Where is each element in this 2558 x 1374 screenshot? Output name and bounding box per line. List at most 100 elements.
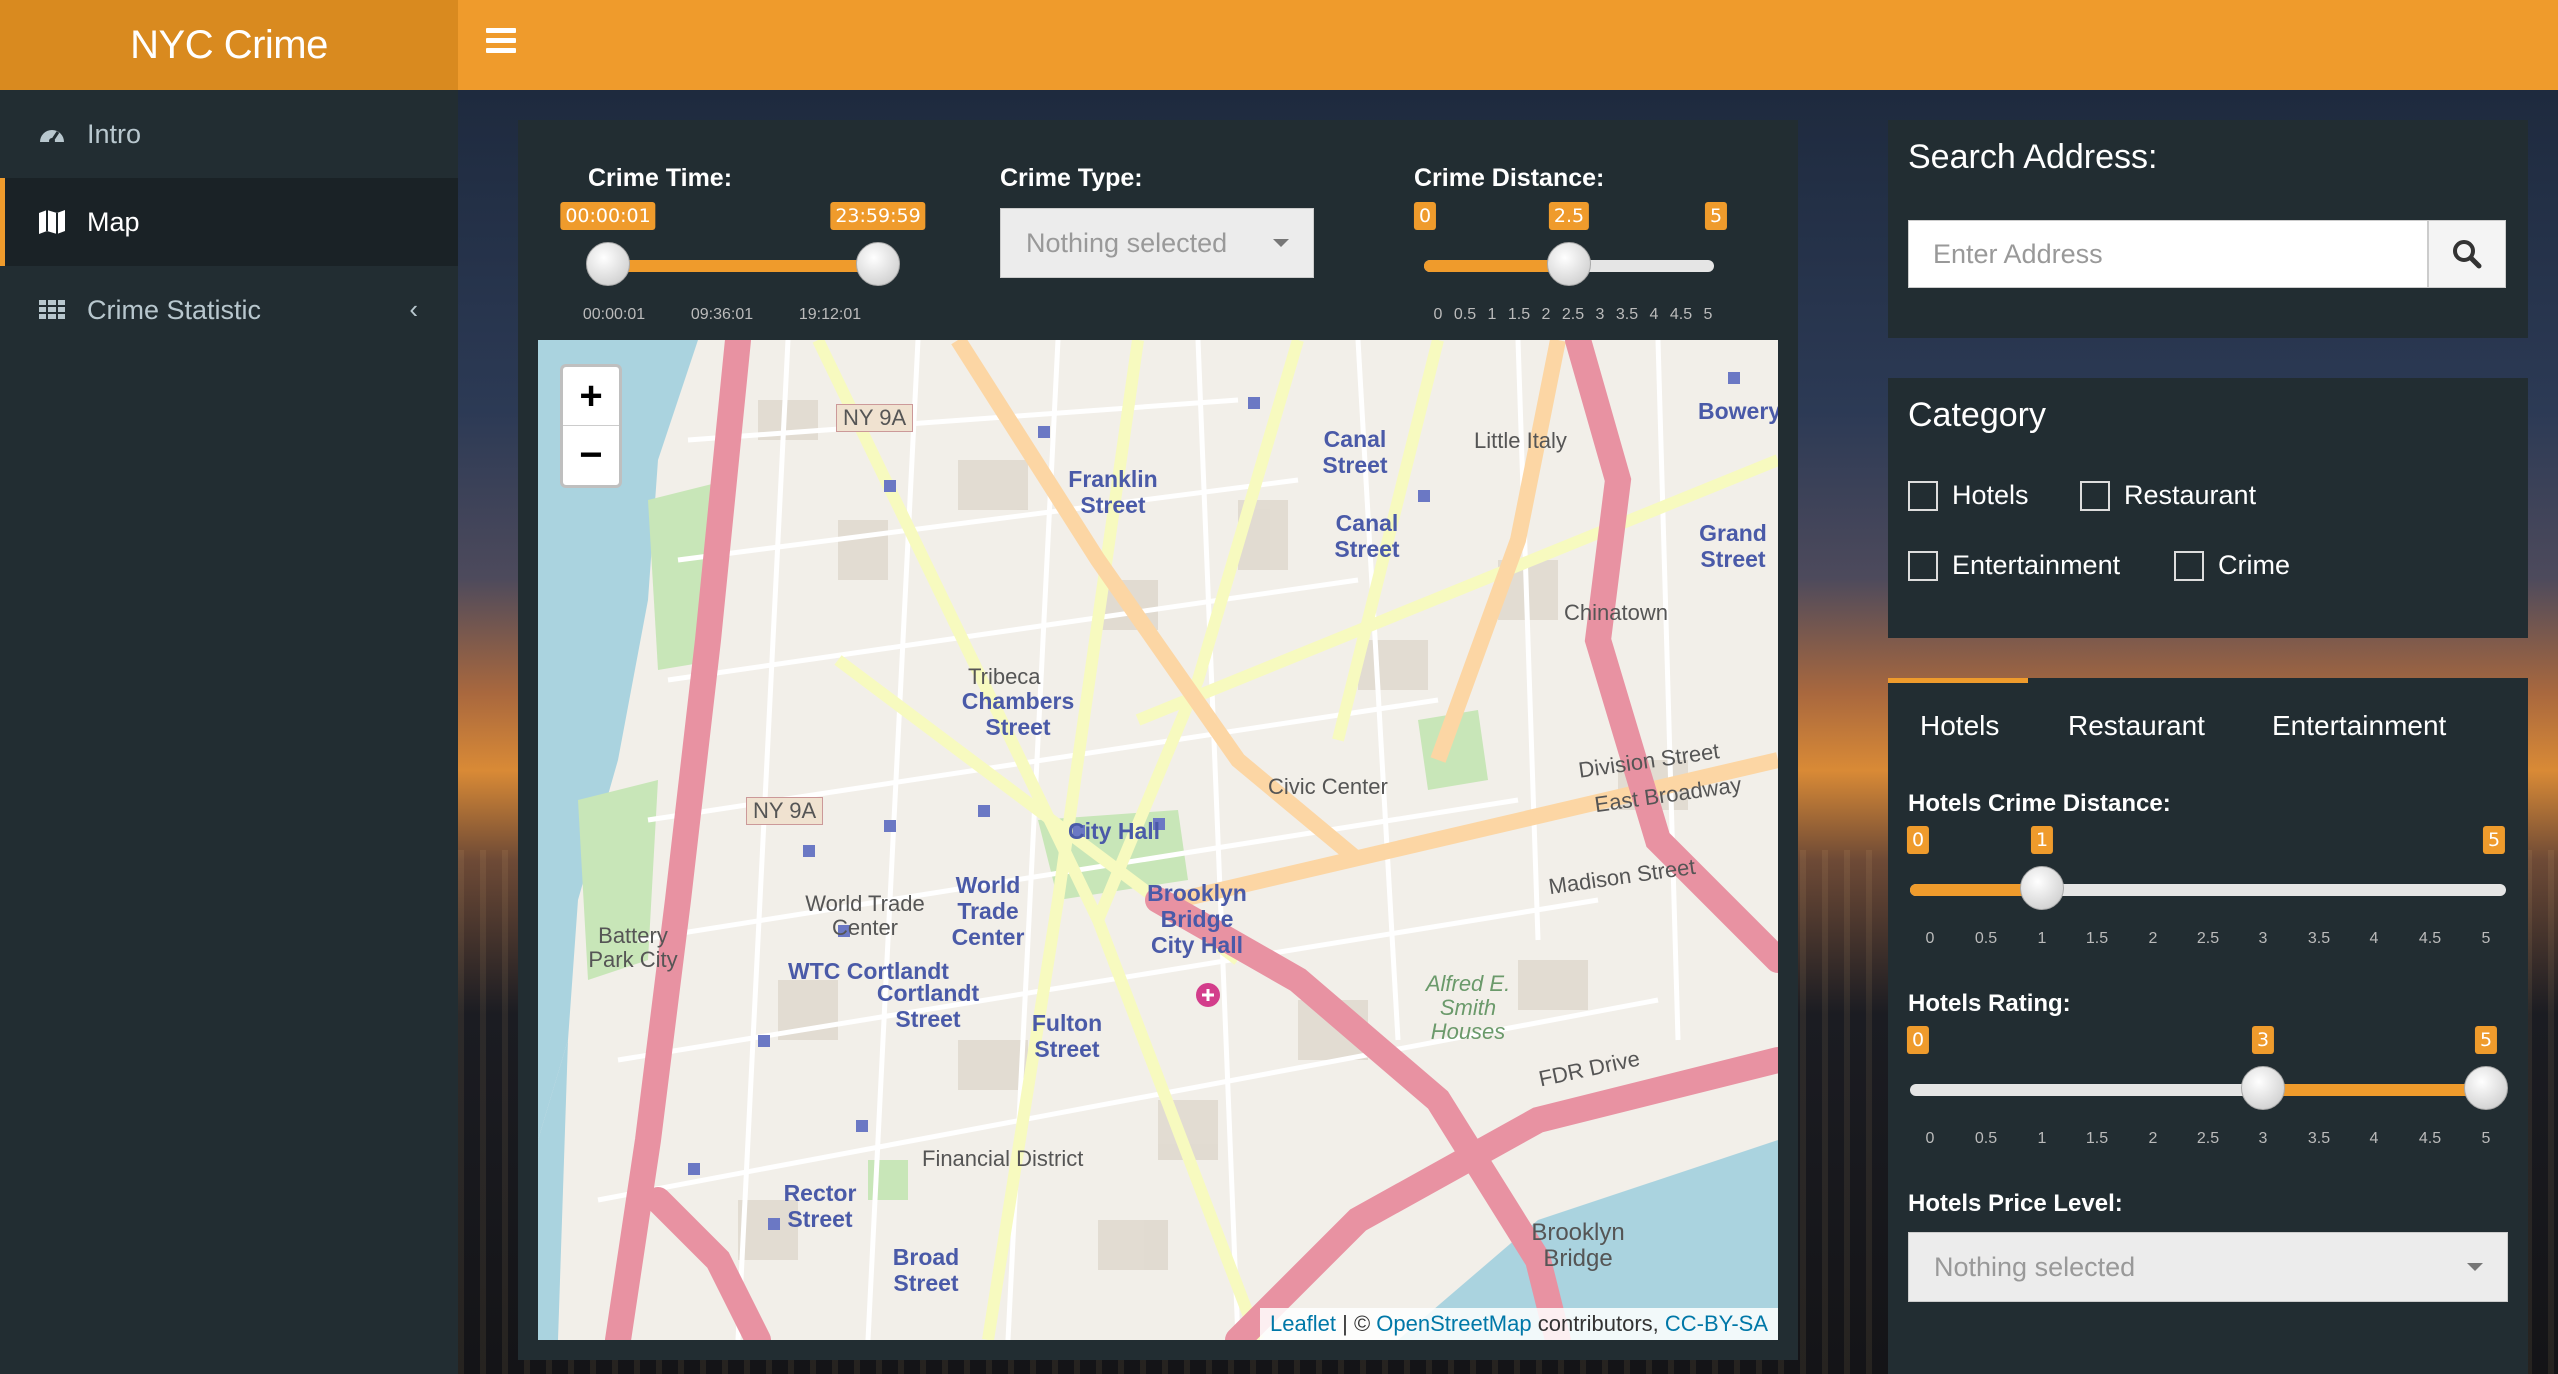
map-label: Grand Street	[1699, 520, 1767, 572]
active-tab-indicator	[1888, 678, 2028, 683]
map-label: Alfred E. Smith Houses	[1425, 971, 1511, 1044]
tick-label: 2.5	[2196, 1130, 2220, 1147]
slider-max-tag: 5	[1704, 202, 1728, 230]
slider-handle-to[interactable]	[856, 242, 900, 286]
map-icon	[37, 207, 67, 237]
hotels-price-select[interactable]: Nothing selected	[1908, 1232, 2508, 1302]
sidebar-item-label: Map	[87, 206, 140, 237]
slider-handle-from[interactable]	[2241, 1066, 2285, 1110]
tick-label: 0	[1925, 930, 1935, 947]
slider-max-tag: 5	[2482, 826, 2506, 854]
tick-label: 5	[2481, 930, 2491, 947]
tick-label: 4	[1649, 306, 1659, 323]
sidebar-item-map[interactable]: Map	[0, 178, 458, 266]
search-button[interactable]	[2428, 220, 2506, 288]
slider-to-tag: 5	[2474, 1026, 2498, 1054]
slider-handle-to[interactable]	[2464, 1066, 2508, 1110]
hotels-price-label: Hotels Price Level:	[1908, 1190, 2123, 1217]
zoom-in-button[interactable]: +	[563, 367, 619, 426]
tick-label: 4.5	[2418, 930, 2442, 947]
tick-label: 1.5	[2085, 1130, 2109, 1147]
slider-handle[interactable]	[1547, 242, 1591, 286]
tick-label: 1	[2037, 1130, 2047, 1147]
sidebar-item-intro[interactable]: Intro	[0, 90, 458, 178]
map-label: Fulton Street	[1031, 1010, 1103, 1062]
slider-value-tag: 2.5	[1548, 202, 1590, 230]
slider-max-tag: 23:59:59	[830, 202, 926, 230]
tick-label: 00:00:01	[582, 306, 646, 323]
address-input[interactable]: Enter Address	[1908, 220, 2428, 288]
leaflet-link[interactable]: Leaflet	[1270, 1311, 1336, 1336]
crime-distance-label: Crime Distance:	[1414, 164, 1605, 192]
attrib-text: | ©	[1336, 1311, 1377, 1336]
tick-label: 0.5	[1974, 930, 1998, 947]
tick-label: 4	[2369, 1130, 2379, 1147]
map-label: Tribeca	[968, 664, 1041, 689]
sidebar-item-crime-statistic[interactable]: Crime Statistic ‹	[0, 266, 458, 354]
checkbox-label: Crime	[2218, 550, 2290, 580]
license-link[interactable]: CC-BY-SA	[1665, 1311, 1768, 1336]
top-navbar	[458, 0, 2558, 90]
tick-label: 3.5	[1615, 306, 1639, 323]
tick-label: 1.5	[2085, 930, 2109, 947]
input-placeholder: Enter Address	[1933, 238, 2103, 269]
tick-label: 0.5	[1453, 306, 1477, 323]
tick-label: 4	[2369, 930, 2379, 947]
map-label: Canal Street	[1334, 510, 1400, 562]
category-checkbox-crime[interactable]: Crime	[2174, 550, 2290, 581]
checkbox[interactable]	[2080, 480, 2110, 511]
tab-restaurant[interactable]: Restaurant	[2068, 690, 2205, 762]
tick-label: 09:36:01	[690, 306, 754, 323]
tick-label: 3	[1595, 306, 1605, 323]
sidebar-toggle-icon[interactable]	[486, 28, 516, 54]
hotels-rating-label: Hotels Rating:	[1908, 990, 2071, 1017]
crime-type-select[interactable]: Nothing selected	[1000, 208, 1314, 278]
tab-hotels[interactable]: Hotels	[1920, 690, 1999, 762]
map-label: Brooklyn Bridge	[1531, 1219, 1625, 1272]
sidebar-item-label: Intro	[87, 118, 142, 149]
tick-label: 1	[1487, 306, 1497, 323]
slider-value-tag: 1	[2030, 826, 2054, 854]
tick-label: 0.5	[1974, 1130, 1998, 1147]
map-label: NY 9A	[836, 404, 914, 432]
map-label: Battery Park City	[588, 923, 678, 972]
tick-label: 4.5	[1669, 306, 1693, 323]
tick-label: 4.5	[2418, 1130, 2442, 1147]
slider-handle-from[interactable]	[586, 242, 630, 286]
map-label: Financial District	[922, 1146, 1084, 1171]
tick-label: 3	[2258, 930, 2268, 947]
search-title: Search Address:	[1908, 138, 2158, 176]
slider-handle[interactable]	[2020, 866, 2064, 910]
category-checkbox-hotels[interactable]: Hotels	[1908, 480, 2029, 511]
grid-icon	[37, 295, 67, 325]
tick-label: 0	[1433, 306, 1443, 323]
map-label: Bowery	[1698, 398, 1778, 424]
checkbox[interactable]	[2174, 550, 2204, 581]
tick-label: 1	[2037, 930, 2047, 947]
tick-label: 2	[2148, 1130, 2158, 1147]
tick-label: 2.5	[2196, 930, 2220, 947]
leaflet-map[interactable]: NY 9A NY 9A Franklin Street Canal Street…	[538, 340, 1778, 1340]
map-label: Civic Center	[1268, 774, 1388, 799]
checkbox-label: Entertainment	[1952, 550, 2121, 580]
category-checkbox-entertainment[interactable]: Entertainment	[1908, 550, 2120, 581]
slider-from-tag: 3	[2251, 1026, 2275, 1054]
tick-label: 2.5	[1561, 306, 1585, 323]
map-label: Cortlandt Street	[876, 980, 980, 1032]
chevron-down-icon	[1273, 239, 1289, 247]
sidebar-item-label: Crime Statistic	[87, 294, 262, 325]
app-logo[interactable]: NYC Crime	[0, 0, 458, 90]
category-checkbox-restaurant[interactable]: Restaurant	[2080, 480, 2256, 511]
map-label: Broad Street	[892, 1244, 960, 1296]
osm-link[interactable]: OpenStreetMap	[1376, 1311, 1531, 1336]
tick-label: 2	[1541, 306, 1551, 323]
checkbox[interactable]	[1908, 550, 1938, 581]
slider-ticks: 0 0.5 1 1.5 2 2.5 3 3.5 4 4.5 5	[1424, 286, 1714, 326]
dashboard-icon	[37, 119, 67, 149]
map-attribution: Leaflet | © OpenStreetMap contributors, …	[1259, 1308, 1778, 1340]
category-title: Category	[1908, 396, 2046, 434]
zoom-out-button[interactable]: −	[563, 426, 619, 485]
tab-entertainment[interactable]: Entertainment	[2272, 690, 2446, 762]
map-label: Chambers Street	[961, 688, 1075, 740]
checkbox[interactable]	[1908, 480, 1938, 511]
